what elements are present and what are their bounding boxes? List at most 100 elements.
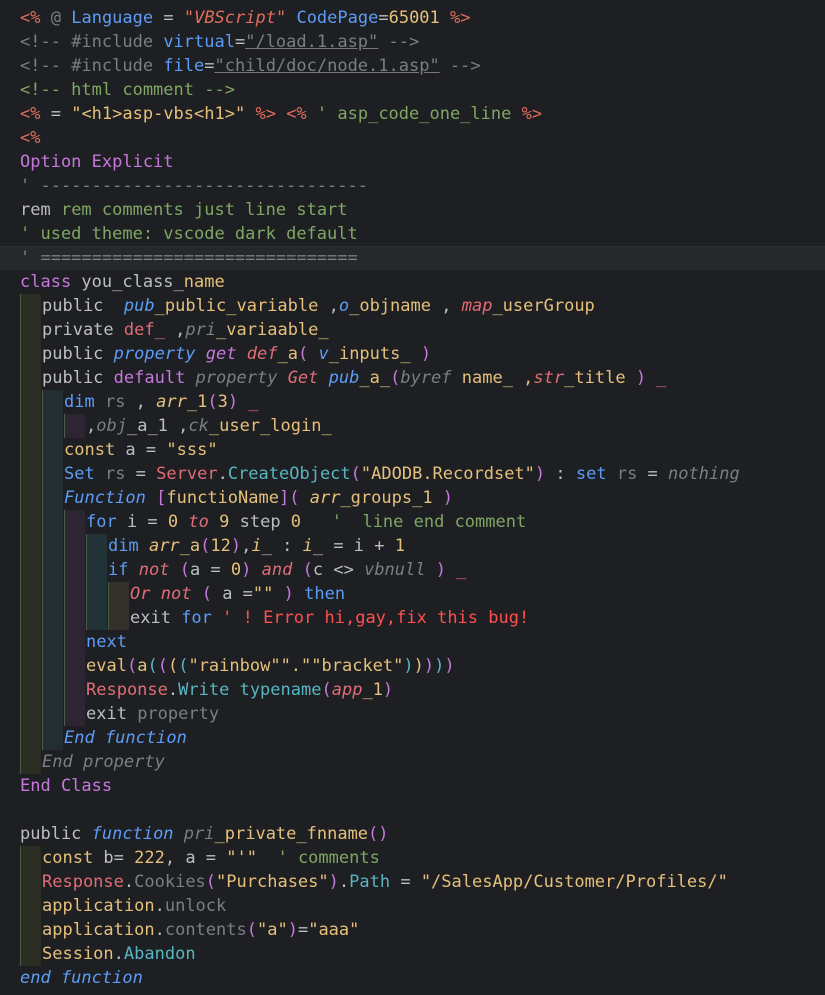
code-line[interactable]: application.unlock <box>0 894 825 918</box>
code-token: _inputs_ <box>328 344 411 364</box>
code-token: = <box>40 104 72 124</box>
indent-guide <box>86 558 107 582</box>
code-token: Abandon <box>123 944 196 964</box>
code-line[interactable]: ' used theme: vscode dark default <box>0 222 825 246</box>
code-line[interactable] <box>0 798 825 822</box>
code-line-text: Response.Cookies("Purchases").Path = "/S… <box>42 870 728 894</box>
indent-guide <box>20 654 41 678</box>
code-line[interactable]: public pub_public_variable ,o_objname , … <box>0 294 825 318</box>
indent-guide <box>64 654 85 678</box>
code-line[interactable]: rem rem comments just line start <box>0 198 825 222</box>
indent-guide <box>64 702 85 726</box>
indent-guide-stripe <box>20 510 21 534</box>
code-line[interactable]: Or not ( a ="" ) then <box>0 582 825 606</box>
indent-guide-stripe <box>20 438 21 462</box>
code-line[interactable]: for i = 0 to 9 step 0 ' line end comment <box>0 510 825 534</box>
code-line[interactable]: dim arr_a(12),i_ : i_ = i + 1 <box>0 534 825 558</box>
code-line[interactable]: public function pri_private_fnname() <box>0 822 825 846</box>
code-line[interactable]: application.contents("a")="aaa" <box>0 918 825 942</box>
code-token: ' -------------------------------- <box>20 176 368 196</box>
code-token: not <box>138 560 170 580</box>
code-token: ] <box>278 488 290 508</box>
code-line[interactable]: End Class <box>0 774 825 798</box>
code-token: i <box>302 536 313 556</box>
code-line-text: next <box>86 630 127 654</box>
code-line[interactable]: Function [functioName]( arr_groups_1 ) <box>0 486 825 510</box>
indent-guide <box>42 630 63 654</box>
code-line[interactable]: ' -------------------------------- <box>0 174 825 198</box>
code-line[interactable]: const b= 222, a = "'" ' comments <box>0 846 825 870</box>
code-line[interactable]: <!-- #include virtual="/load.1.asp" --> <box>0 30 825 54</box>
code-line-text: public default property Get pub_a_(byref… <box>42 366 667 390</box>
code-line-text: rem rem comments just line start <box>20 198 348 222</box>
code-token: i = <box>126 512 168 532</box>
code-line[interactable]: public default property Get pub_a_(byref… <box>0 366 825 390</box>
code-token: _ = i + <box>312 536 395 556</box>
code-editor[interactable]: <% @ Language = "VBScript" CodePage=6500… <box>0 0 825 995</box>
code-token: [ <box>156 488 167 508</box>
code-line-text: ' -------------------------------- <box>20 174 368 198</box>
code-token: _a_ <box>359 368 391 388</box>
code-line-text: public property get def_a( v_inputs_ ) <box>42 342 431 366</box>
code-line[interactable]: ,obj_a_1 ,ck_user_login_ <box>0 414 825 438</box>
code-token: %> <box>255 104 276 124</box>
code-line[interactable]: class you_class_name <box>0 270 825 294</box>
code-token: Response <box>86 680 168 700</box>
code-token: const <box>64 440 126 460</box>
indent-guide <box>20 846 41 870</box>
code-line[interactable]: exit property <box>0 702 825 726</box>
code-line[interactable]: Session.Abandon <box>0 942 825 966</box>
code-line[interactable]: <!-- #include file="child/doc/node.1.asp… <box>0 54 825 78</box>
code-line[interactable]: Response.Write typename(app_1) <box>0 678 825 702</box>
code-token: . <box>154 896 165 916</box>
code-token: @ <box>50 8 61 28</box>
code-line[interactable]: end function <box>0 966 825 990</box>
code-token: = <box>204 56 215 76</box>
code-line[interactable]: Response.Cookies("Purchases").Path = "/S… <box>0 870 825 894</box>
indent-guide <box>42 606 63 630</box>
code-line[interactable]: eval(a(((("rainbow"".""bracket"))))) <box>0 654 825 678</box>
indent-guide <box>20 318 41 342</box>
code-line[interactable]: next <box>0 630 825 654</box>
code-line[interactable]: if not (a = 0) and (c <> vbnull ) _ <box>0 558 825 582</box>
code-line[interactable]: Option Explicit <box>0 150 825 174</box>
code-token: rem comments just line start <box>60 200 348 220</box>
code-token: i <box>251 536 262 556</box>
code-token: "Purchases" <box>216 872 329 892</box>
code-line[interactable]: dim rs , arr_1(3) _ <box>0 390 825 414</box>
code-line[interactable]: <% = "<h1>asp-vbs<h1>" %> <% ' asp_code_… <box>0 102 825 126</box>
indent-guide-stripe <box>64 558 65 582</box>
code-line[interactable]: ' =============================== <box>0 246 825 270</box>
code-line-text: public function pri_private_fnname() <box>20 822 389 846</box>
code-token: _1 <box>186 392 208 412</box>
indent-guide-stripe <box>20 894 21 918</box>
code-line[interactable]: End property <box>0 750 825 774</box>
code-token: _a <box>179 536 201 556</box>
code-line[interactable]: const a = "sss" <box>0 438 825 462</box>
code-token: _public_variable <box>154 296 319 316</box>
code-line[interactable]: <% @ Language = "VBScript" CodePage=6500… <box>0 6 825 30</box>
code-line[interactable]: <% <box>0 126 825 150</box>
code-line[interactable]: <!-- html comment --> <box>0 78 825 102</box>
code-token: rs <box>104 464 126 484</box>
indent-guide-stripe <box>64 510 65 534</box>
indent-guide-stripe <box>20 342 21 366</box>
code-token: const <box>42 848 104 868</box>
code-line[interactable]: End function <box>0 726 825 750</box>
code-token: Function <box>64 488 157 508</box>
indent-guide <box>42 558 63 582</box>
code-token: ( <box>178 656 189 676</box>
code-line[interactable]: exit for ' ! Error hi,gay,fix this bug! <box>0 606 825 630</box>
indent-guide-stripe <box>42 726 43 750</box>
code-line[interactable]: public property get def_a( v_inputs_ ) <box>0 342 825 366</box>
code-token: "aaa" <box>308 920 360 940</box>
code-line[interactable]: Set rs = Server.CreateObject("ADODB.Reco… <box>0 462 825 486</box>
code-token: pub <box>328 368 360 388</box>
code-line[interactable]: private def_ ,pri_variaable_ <box>0 318 825 342</box>
indent-guide-stripe <box>20 534 21 558</box>
code-token: str <box>533 368 565 388</box>
